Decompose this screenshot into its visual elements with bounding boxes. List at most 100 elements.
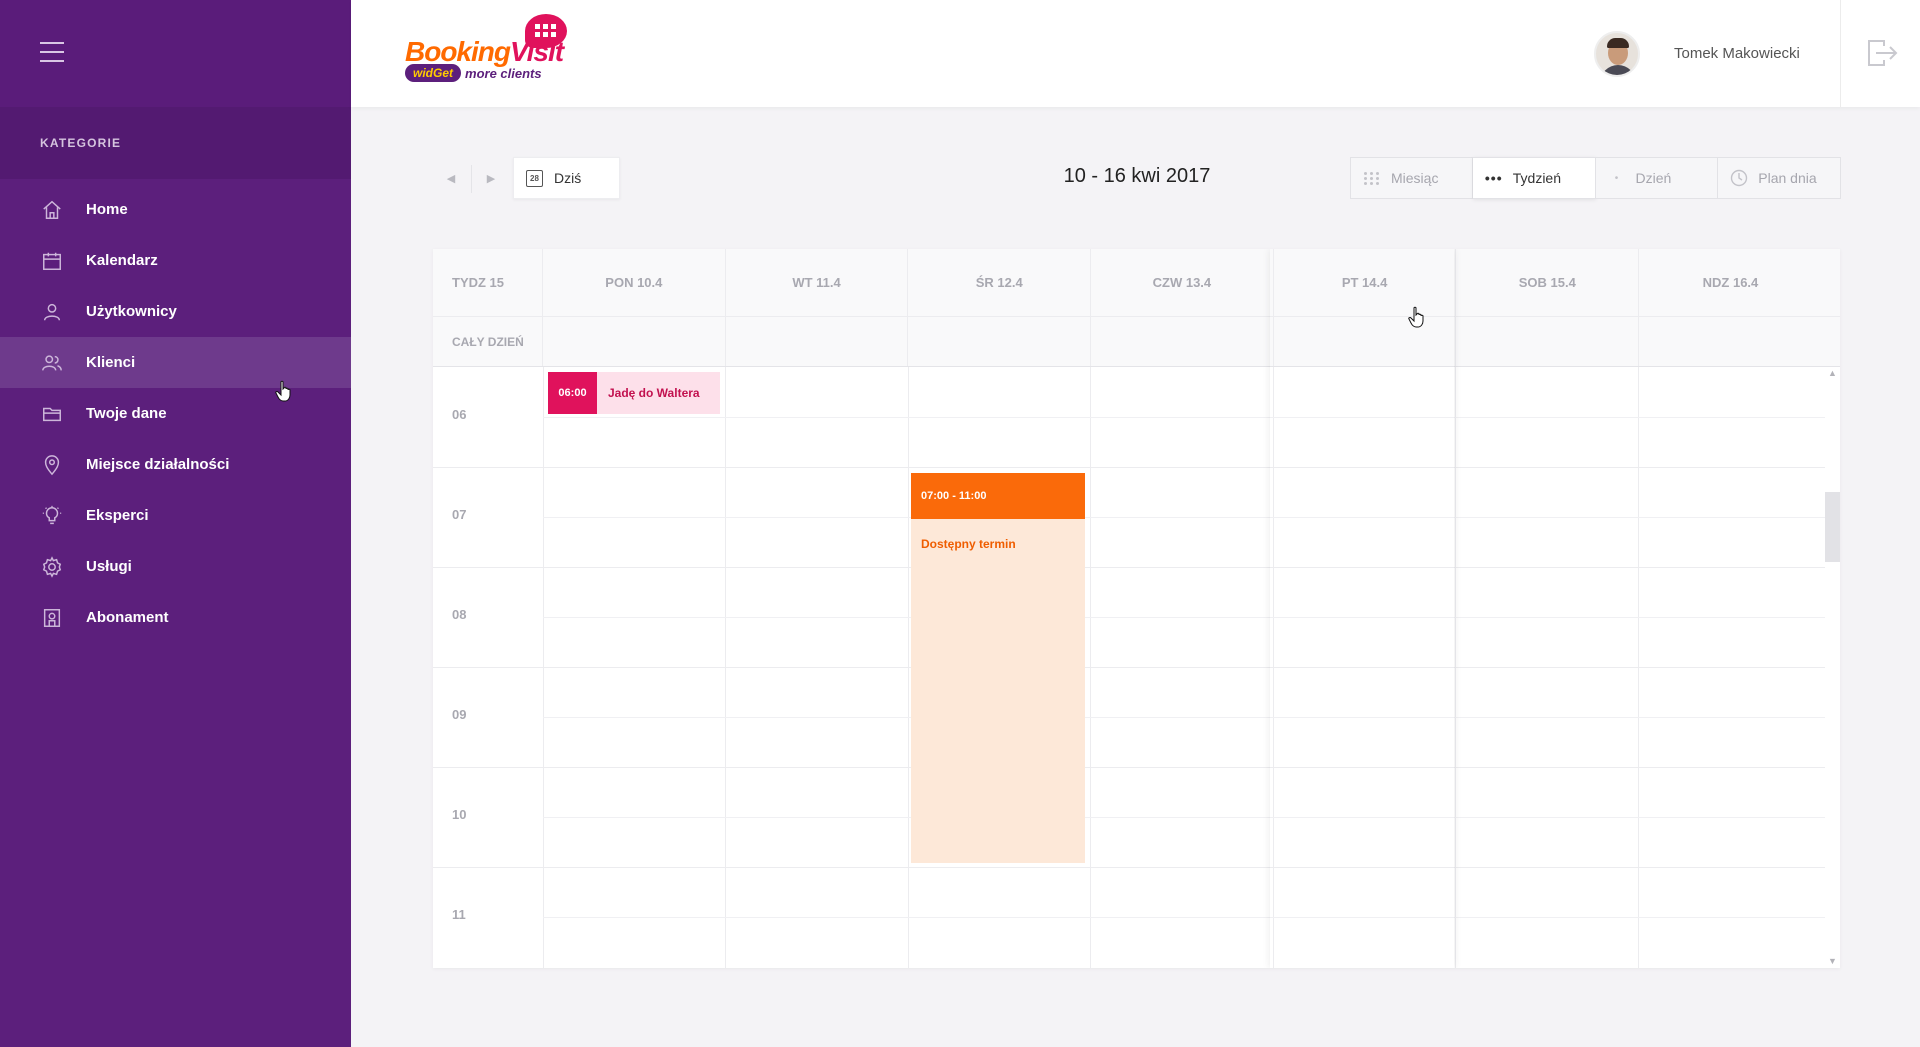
calendar-day-icon: 28 (526, 169, 543, 187)
sidebar-item-miejsce[interactable]: Miejsce działalności (0, 439, 351, 490)
sidebar-item-label: Eksperci (86, 507, 149, 524)
time-grid[interactable]: 06 07 08 09 10 11 06:00 Jadę do Waltera … (433, 367, 1825, 968)
sidebar-item-eksperci[interactable]: Eksperci (0, 490, 351, 541)
scrollbar-thumb[interactable] (1825, 492, 1840, 562)
today-button[interactable]: 28 Dziś (513, 157, 620, 199)
sidebar-item-label: Twoje dane (86, 405, 167, 422)
hour-label: 08 (452, 607, 467, 622)
view-agenda-button[interactable]: Plan dnia (1718, 157, 1841, 199)
gear-icon (40, 555, 64, 579)
hour-label: 09 (452, 707, 467, 722)
hour-label: 10 (452, 807, 467, 822)
day-header[interactable]: WT 11.4 (726, 249, 909, 316)
event-title: Jadę do Waltera (608, 386, 700, 400)
avatar[interactable] (1594, 31, 1640, 77)
top-header: BookingVisit widGet more clients Tomek M… (351, 0, 1920, 107)
day-header[interactable]: PT 14.4 (1274, 249, 1457, 316)
hour-row: 11 (433, 867, 1825, 967)
hour-row: 08 (433, 567, 1825, 668)
user-name[interactable]: Tomek Makowiecki (1674, 45, 1800, 62)
scroll-down-arrow-icon[interactable]: ▼ (1828, 956, 1837, 966)
sidebar-item-label: Miejsce działalności (86, 456, 230, 473)
view-day-button[interactable]: • Dzień (1595, 157, 1719, 199)
view-agenda-label: Plan dnia (1758, 170, 1817, 186)
bookingvisit-logo[interactable]: BookingVisit widGet more clients (405, 14, 585, 86)
hamburger-menu-icon[interactable] (40, 42, 64, 62)
sidebar-item-uzytkownicy[interactable]: Użytkownicy (0, 286, 351, 337)
folder-icon (40, 402, 64, 426)
sidebar-item-label: Kalendarz (86, 252, 158, 269)
all-day-slot[interactable] (908, 317, 1092, 366)
sidebar: KATEGORIE Home Kalendarz Użytkownicy Kli… (0, 0, 351, 1047)
calendar-event[interactable]: 06:00 Jadę do Waltera (548, 372, 720, 414)
today-button-label: Dziś (554, 170, 582, 186)
sidebar-item-abonament[interactable]: Abonament (0, 592, 351, 643)
home-icon (40, 198, 64, 222)
hour-row: 10 (433, 767, 1825, 868)
all-day-label: CAŁY DZIEŃ (433, 317, 543, 366)
view-week-button[interactable]: ••• Tydzień (1472, 157, 1596, 199)
sidebar-item-label: Abonament (86, 609, 169, 626)
all-day-row: CAŁY DZIEŃ (433, 317, 1840, 367)
event-title: Dostępny termin (921, 537, 1016, 551)
view-switcher: Miesiąc ••• Tydzień • Dzień Plan dnia (1350, 157, 1841, 199)
day-header[interactable]: CZW 13.4 (1091, 249, 1274, 316)
event-time: 07:00 - 11:00 (911, 473, 1085, 519)
lightbulb-icon (40, 504, 64, 528)
dot-icon: • (1614, 172, 1619, 184)
all-day-slot[interactable] (1639, 317, 1822, 366)
sidebar-section-title: KATEGORIE (0, 107, 351, 179)
grid-icon (1363, 171, 1381, 185)
sidebar-item-label: Klienci (86, 354, 136, 371)
sidebar-item-uslugi[interactable]: Usługi (0, 541, 351, 592)
event-time: 06:00 (548, 372, 597, 414)
hour-row: 07 (433, 467, 1825, 568)
next-week-arrow-icon[interactable]: ▶ (483, 169, 499, 187)
logout-icon[interactable] (1866, 38, 1898, 68)
all-day-slot[interactable] (1456, 317, 1640, 366)
sidebar-item-home[interactable]: Home (0, 184, 351, 235)
calendar-scrollbar[interactable]: ▲ ▼ (1825, 367, 1840, 968)
day-header[interactable]: SOB 15.4 (1456, 249, 1640, 316)
user-icon (40, 300, 64, 324)
week-calendar: TYDZ 15 PON 10.4 WT 11.4 ŚR 12.4 CZW 13.… (433, 249, 1840, 968)
all-day-slot[interactable] (1091, 317, 1274, 366)
sidebar-item-label: Użytkownicy (86, 303, 177, 320)
hour-row: 09 (433, 667, 1825, 768)
all-day-slot[interactable] (726, 317, 909, 366)
day-header[interactable]: NDZ 16.4 (1639, 249, 1822, 316)
sidebar-nav: Home Kalendarz Użytkownicy Klienci Twoje… (0, 179, 351, 643)
sidebar-item-label: Home (86, 201, 128, 218)
hour-label: 06 (452, 407, 467, 422)
location-pin-icon (40, 453, 64, 477)
all-day-slot[interactable] (543, 317, 726, 366)
view-month-button[interactable]: Miesiąc (1350, 157, 1473, 199)
calendar-header-row: TYDZ 15 PON 10.4 WT 11.4 ŚR 12.4 CZW 13.… (433, 249, 1840, 317)
scroll-up-arrow-icon[interactable]: ▲ (1828, 368, 1837, 378)
sidebar-item-klienci[interactable]: Klienci (0, 337, 351, 388)
calendar-toolbar: ◀ ▶ 28 Dziś 10 - 16 kwi 2017 Miesiąc •••… (433, 157, 1841, 199)
subscription-icon (40, 606, 64, 630)
day-header[interactable]: PON 10.4 (543, 249, 726, 316)
sidebar-item-kalendarz[interactable]: Kalendarz (0, 235, 351, 286)
logo-tagline: widGet more clients (405, 64, 542, 82)
calendar-event[interactable]: 07:00 - 11:00 Dostępny termin (911, 473, 1085, 863)
header-divider (1840, 0, 1841, 107)
calendar-icon (40, 249, 64, 273)
hour-label: 07 (452, 507, 467, 522)
all-day-slot[interactable] (1274, 317, 1457, 366)
users-icon (40, 351, 64, 375)
three-dots-icon: ••• (1484, 170, 1503, 186)
clock-icon (1730, 169, 1748, 187)
week-number-label: TYDZ 15 (433, 249, 543, 316)
view-week-label: Tydzień (1512, 170, 1561, 186)
previous-week-arrow-icon[interactable]: ◀ (443, 169, 459, 187)
sidebar-item-label: Usługi (86, 558, 132, 575)
sidebar-top (0, 0, 351, 107)
sidebar-item-twoje-dane[interactable]: Twoje dane (0, 388, 351, 439)
view-day-label: Dzień (1635, 170, 1672, 186)
hour-label: 11 (452, 907, 466, 922)
arrow-divider (471, 165, 472, 193)
view-month-label: Miesiąc (1391, 170, 1439, 186)
day-header[interactable]: ŚR 12.4 (908, 249, 1092, 316)
